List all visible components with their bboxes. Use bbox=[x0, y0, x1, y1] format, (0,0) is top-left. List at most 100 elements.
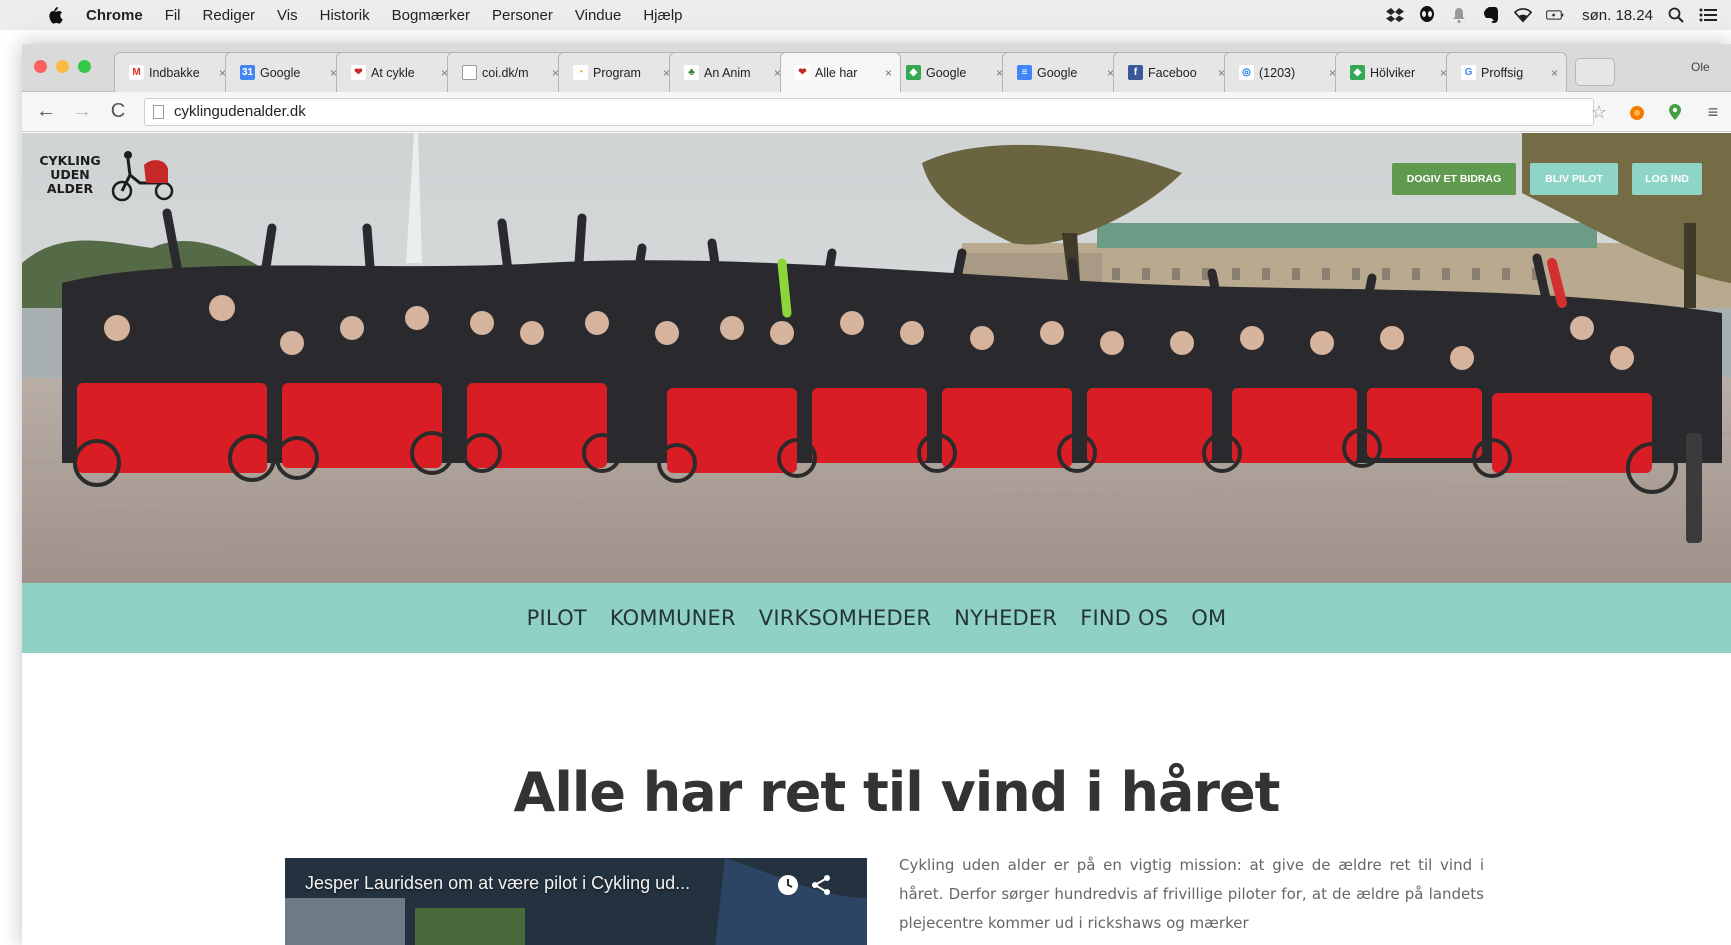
menubar-clock[interactable]: søn. 18.24 bbox=[1582, 7, 1653, 24]
video-title[interactable]: Jesper Lauridsen om at være pilot i Cykl… bbox=[305, 873, 690, 894]
nav-pilot[interactable]: PILOT bbox=[527, 606, 587, 630]
new-tab-button[interactable] bbox=[1575, 58, 1615, 86]
menu-historik[interactable]: Historik bbox=[320, 7, 370, 24]
logo-line-1: CYKLING bbox=[39, 153, 101, 168]
tab-title: Proffsig bbox=[1481, 65, 1524, 80]
zoom-window-button[interactable] bbox=[78, 60, 91, 73]
tab-title: Program bbox=[593, 65, 641, 80]
tab-title: Google bbox=[260, 65, 301, 80]
browser-tab[interactable]: M Indbakke × bbox=[114, 52, 235, 92]
page-info-icon[interactable] bbox=[153, 104, 164, 119]
back-button[interactable]: ← bbox=[34, 100, 58, 124]
google-calendar-icon: 31 bbox=[240, 65, 255, 80]
rickshaw-logo-icon bbox=[111, 151, 174, 202]
nav-virksomheder[interactable]: VIRKSOMHEDER bbox=[759, 606, 931, 630]
program-icon: ◔ bbox=[573, 65, 588, 80]
browser-tab[interactable]: ❤ At cykle × bbox=[336, 52, 457, 92]
menu-app-name[interactable]: Chrome bbox=[86, 7, 143, 24]
notification-icon: ◎ bbox=[1239, 65, 1254, 80]
bookmark-star-icon[interactable]: ☆ bbox=[1587, 100, 1611, 124]
wifi-icon[interactable] bbox=[1514, 6, 1533, 24]
browser-tab[interactable]: ◆ Google × bbox=[891, 52, 1012, 92]
notification-center-icon[interactable] bbox=[1699, 6, 1717, 24]
menu-vis[interactable]: Vis bbox=[277, 7, 298, 24]
nav-om[interactable]: OM bbox=[1191, 606, 1226, 630]
browser-tab-active[interactable]: ❤ Alle har × bbox=[780, 52, 901, 92]
map-icon: ◆ bbox=[1350, 65, 1365, 80]
browser-tab[interactable]: coi.dk/m × bbox=[447, 52, 568, 92]
tab-title: Alle har bbox=[815, 65, 858, 80]
tab-title: Indbakke bbox=[149, 65, 200, 80]
browser-tab[interactable]: ♣ An Anim × bbox=[669, 52, 790, 92]
tab-close-icon[interactable]: × bbox=[885, 66, 892, 80]
forward-button[interactable]: → bbox=[70, 100, 94, 124]
blank-page-icon bbox=[462, 65, 477, 80]
spotlight-search-icon[interactable] bbox=[1667, 6, 1685, 24]
browser-tab[interactable]: 31 Google × bbox=[225, 52, 346, 92]
menu-rediger[interactable]: Rediger bbox=[203, 7, 256, 24]
google-icon: G bbox=[1461, 65, 1476, 80]
watch-later-icon[interactable] bbox=[775, 872, 801, 898]
minimize-window-button[interactable] bbox=[56, 60, 69, 73]
browser-tab[interactable]: ≡ Google × bbox=[1002, 52, 1123, 92]
site-logo[interactable]: CYKLING UDEN ALDER bbox=[32, 145, 192, 205]
extension-fox-icon[interactable] bbox=[1625, 100, 1649, 124]
reload-button[interactable]: C bbox=[106, 100, 130, 124]
tab-title: An Anim bbox=[704, 65, 751, 80]
nav-find-os[interactable]: FIND OS bbox=[1080, 606, 1168, 630]
tab-close-icon[interactable]: × bbox=[1551, 66, 1558, 80]
apple-menu-icon[interactable] bbox=[44, 4, 66, 26]
extension-location-icon[interactable] bbox=[1663, 100, 1687, 124]
logo-text: CYKLING UDEN ALDER bbox=[32, 154, 108, 196]
macos-menu-bar: Chrome Fil Rediger Vis Historik Bogmærke… bbox=[0, 0, 1731, 30]
battery-icon[interactable] bbox=[1546, 6, 1564, 24]
web-page: CYKLING UDEN ALDER DOGIV ET BIDRAG BLIV … bbox=[22, 133, 1731, 945]
facebook-icon: f bbox=[1128, 65, 1143, 80]
video-embed[interactable]: Jesper Lauridsen om at være pilot i Cykl… bbox=[285, 858, 867, 945]
become-pilot-button[interactable]: BLIV PILOT bbox=[1530, 163, 1618, 195]
browser-tab[interactable]: f Faceboo × bbox=[1113, 52, 1234, 92]
tab-title: coi.dk/m bbox=[482, 65, 529, 80]
profile-button[interactable]: Ole bbox=[1691, 52, 1731, 82]
gmail-icon: M bbox=[129, 65, 144, 80]
tab-title: Google bbox=[1037, 65, 1078, 80]
nav-kommuner[interactable]: KOMMUNER bbox=[610, 606, 736, 630]
page-headline: Alle har ret til vind i håret bbox=[513, 761, 1281, 824]
browser-tab[interactable]: ◔ Program × bbox=[558, 52, 679, 92]
browser-tab[interactable]: G Proffsig × bbox=[1446, 52, 1567, 92]
dropbox-icon[interactable] bbox=[1386, 6, 1405, 24]
tab-list: M Indbakke × 31 Google × ❤ At cykle × coi.dk/m × ◔ P… bbox=[114, 52, 1615, 92]
logo-line-2: UDEN bbox=[50, 167, 90, 182]
cycling-logo-icon: ❤ bbox=[351, 65, 366, 80]
window-controls bbox=[34, 60, 91, 73]
browser-toolbar: ← → C cyklingudenalder.dk ☆ ≡ bbox=[22, 92, 1731, 132]
nav-nyheder[interactable]: NYHEDER bbox=[954, 606, 1057, 630]
hero-image: CYKLING UDEN ALDER DOGIV ET BIDRAG BLIV … bbox=[22, 133, 1731, 583]
tab-title: Google bbox=[926, 65, 967, 80]
alien-icon[interactable] bbox=[1418, 6, 1436, 24]
donate-button[interactable]: DOGIV ET BIDRAG bbox=[1392, 163, 1516, 195]
address-bar[interactable]: cyklingudenalder.dk bbox=[144, 97, 1594, 126]
google-maps-icon: ◆ bbox=[906, 65, 921, 80]
main-navigation: PILOT KOMMUNER VIRKSOMHEDER NYHEDER FIND… bbox=[22, 583, 1731, 653]
evernote-icon[interactable] bbox=[1482, 6, 1500, 24]
menu-bogmaerker[interactable]: Bogmærker bbox=[392, 7, 470, 24]
google-docs-icon: ≡ bbox=[1017, 65, 1032, 80]
browser-tab[interactable]: ◆ Hölviker × bbox=[1335, 52, 1456, 92]
notification-bell-icon[interactable] bbox=[1450, 6, 1468, 24]
tab-title: (1203) bbox=[1259, 65, 1296, 80]
menu-fil[interactable]: Fil bbox=[165, 7, 181, 24]
menu-hjaelp[interactable]: Hjælp bbox=[643, 7, 682, 24]
tab-title: Hölviker bbox=[1370, 65, 1416, 80]
close-window-button[interactable] bbox=[34, 60, 47, 73]
tab-strip: M Indbakke × 31 Google × ❤ At cykle × coi.dk/m × ◔ P… bbox=[22, 44, 1731, 92]
chrome-menu-icon[interactable]: ≡ bbox=[1701, 100, 1725, 124]
share-icon[interactable] bbox=[808, 872, 834, 898]
cycling-logo-icon: ❤ bbox=[795, 65, 810, 80]
address-bar-url: cyklingudenalder.dk bbox=[174, 103, 306, 120]
intro-paragraph: Cykling uden alder er på en vigtig missi… bbox=[899, 856, 1484, 932]
login-button[interactable]: LOG IND bbox=[1632, 163, 1702, 195]
menu-personer[interactable]: Personer bbox=[492, 7, 553, 24]
browser-tab[interactable]: ◎ (1203) × bbox=[1224, 52, 1345, 92]
menu-vindue[interactable]: Vindue bbox=[575, 7, 621, 24]
